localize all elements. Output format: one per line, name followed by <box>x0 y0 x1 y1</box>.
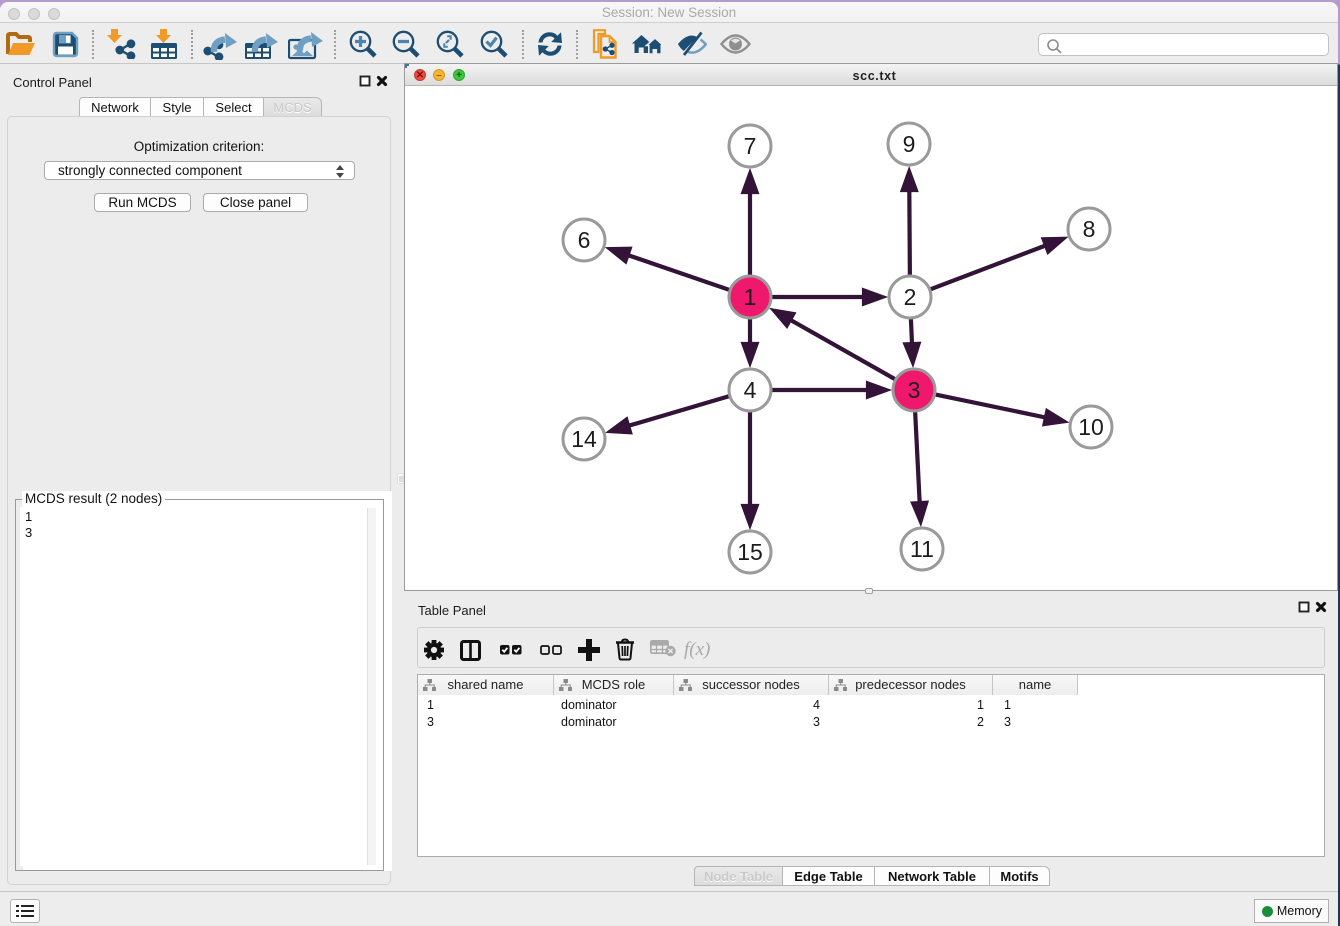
svg-text:1: 1 <box>744 284 757 310</box>
svg-text:6: 6 <box>578 227 591 253</box>
svg-text:3: 3 <box>908 377 921 403</box>
svg-text:10: 10 <box>1078 414 1104 440</box>
svg-text:14: 14 <box>571 426 597 452</box>
svg-text:2: 2 <box>904 284 917 310</box>
svg-text:f(x): f(x) <box>684 639 710 660</box>
svg-text:7: 7 <box>744 133 757 159</box>
svg-text:11: 11 <box>910 536 934 562</box>
svg-text:4: 4 <box>744 377 757 403</box>
svg-text:8: 8 <box>1083 216 1096 242</box>
svg-text:9: 9 <box>903 131 916 157</box>
svg-text:15: 15 <box>737 539 763 565</box>
